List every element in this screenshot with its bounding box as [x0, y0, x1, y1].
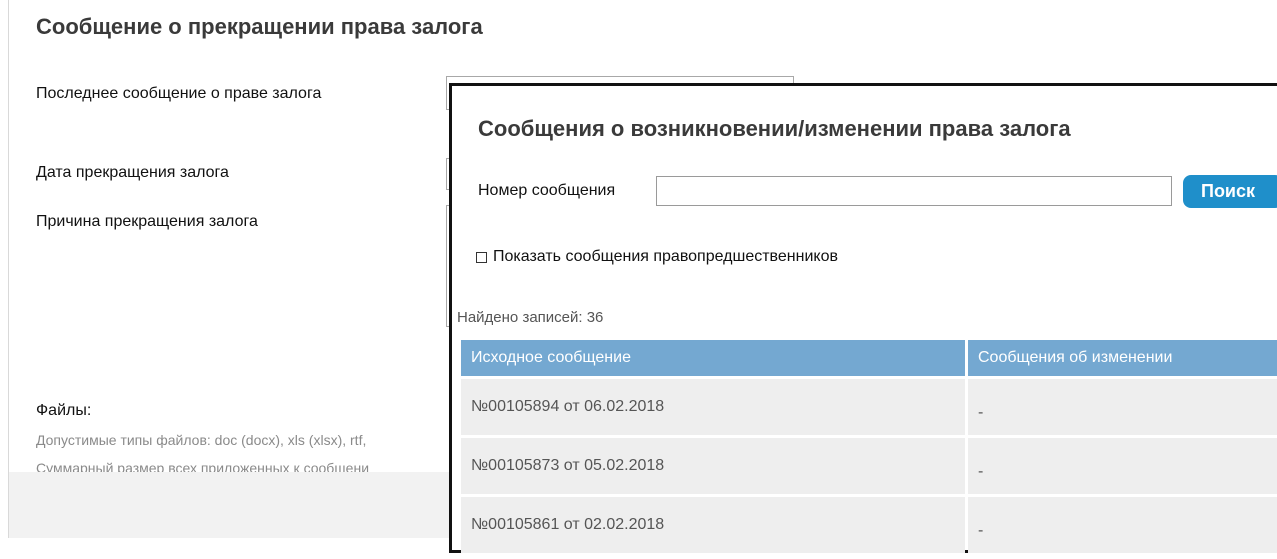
search-button[interactable]: Поиск [1183, 175, 1277, 208]
file-types-hint: Допустимые типы файлов: doc (docx), xls … [36, 432, 367, 448]
table-row[interactable]: №00105861 от 02.02.2018 - [461, 497, 1277, 553]
original-message-cell[interactable]: №00105861 от 02.02.2018 [461, 497, 965, 553]
page-title: Сообщение о прекращении права залога [36, 14, 483, 39]
column-header-changes[interactable]: Сообщения об изменении [968, 340, 1277, 376]
pledge-messages-dialog: Сообщения о возникновении/изменении прав… [449, 83, 1277, 553]
show-predecessors-toggle[interactable]: Показать сообщения правопредшественников [476, 248, 838, 266]
message-number-input[interactable] [656, 176, 1172, 206]
records-found-count: Найдено записей: 36 [457, 309, 604, 326]
change-messages-cell: - [968, 438, 1277, 494]
table-row[interactable]: №00105873 от 05.02.2018 - [461, 438, 1277, 494]
left-divider [8, 0, 9, 538]
files-label: Файлы: [36, 402, 92, 419]
termination-date-label: Дата прекращения залога [36, 164, 229, 181]
dialog-title: Сообщения о возникновении/изменении прав… [478, 116, 1071, 141]
show-predecessors-checkbox[interactable] [476, 251, 487, 263]
change-messages-cell: - [968, 379, 1277, 435]
table-header: Исходное сообщение Сообщения об изменени… [461, 340, 1277, 376]
table-row[interactable]: №00105894 от 06.02.2018 - [461, 379, 1277, 435]
message-number-label: Номер сообщения [478, 182, 616, 199]
termination-reason-label: Причина прекращения залога [36, 213, 258, 230]
last-message-label: Последнее сообщение о праве залога [36, 85, 322, 102]
show-predecessors-label: Показать сообщения правопредшественников [493, 248, 838, 265]
column-header-original[interactable]: Исходное сообщение [461, 340, 965, 376]
original-message-cell[interactable]: №00105873 от 05.02.2018 [461, 438, 965, 494]
messages-table: Исходное сообщение Сообщения об изменени… [461, 340, 1277, 553]
change-messages-cell: - [968, 497, 1277, 553]
original-message-cell[interactable]: №00105894 от 06.02.2018 [461, 379, 965, 435]
footer-area [9, 472, 449, 538]
